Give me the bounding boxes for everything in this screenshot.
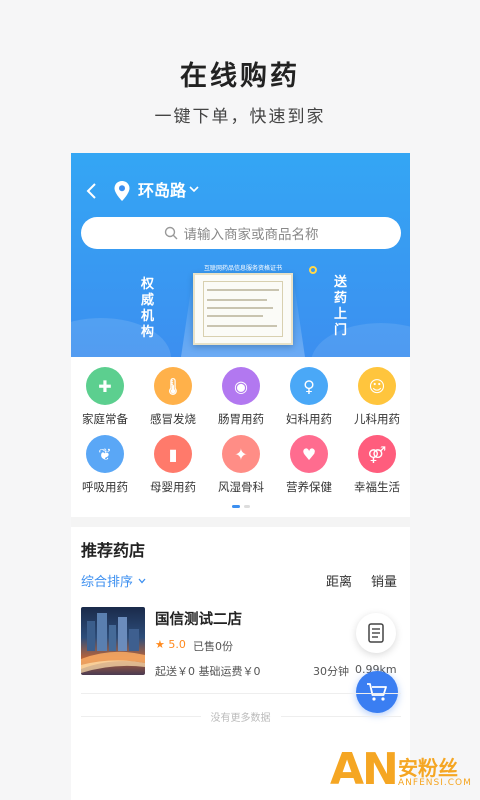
category-item[interactable]: ☺ 儿科用药 [343,367,410,427]
promo-subtitle: 一键下单，快速到家 [154,107,326,127]
lungs-icon: ❦ [86,435,124,473]
banner-right-text: 送药上门 [334,275,348,338]
chevron-left-icon [86,183,96,199]
category-item[interactable]: ✦ 风湿骨科 [207,435,275,495]
chevron-down-icon[interactable] [188,183,200,195]
promo-title: 在线购药 [180,61,300,92]
category-item[interactable]: ◉ 肠胃用药 [207,367,275,427]
section-title: 推荐药店 [81,541,146,560]
sort-distance[interactable]: 距离 [326,571,352,590]
thermometer-icon: 🌡 [154,367,192,405]
category-item[interactable]: ▮ 母婴用药 [139,435,207,495]
app-screen: 环岛路 请输入商家或商品名称 互联网药品信息服务资格证书 权威机构 送药上门 ✚… [71,153,410,800]
search-input[interactable]: 请输入商家或商品名称 [81,217,401,249]
watermark-logo: AN [330,744,399,795]
order-list-button[interactable] [356,613,396,653]
category-item[interactable]: ❦ 呼吸用药 [71,435,139,495]
woman-icon: ♀ [290,367,328,405]
header-banner: 环岛路 请输入商家或商品名称 互联网药品信息服务资格证书 权威机构 送药上门 [71,153,410,357]
sort-sales[interactable]: 销量 [371,571,397,590]
stomach-icon: ◉ [222,367,260,405]
search-icon [164,226,177,240]
store-fee: 起送￥0 基础运费￥0 [155,665,261,678]
store-rating: ★ 5.0 [155,638,186,651]
certificate-caption: 互联网药品信息服务资格证书 [203,265,282,272]
sort-dropdown[interactable]: 综合排序 [81,571,147,590]
store-sold: 已售0份 [193,640,233,653]
store-image[interactable] [81,607,145,675]
category-item[interactable]: ♀ 妇科用药 [275,367,343,427]
page-indicator [244,505,250,508]
certificate-image [193,273,293,345]
cart-button[interactable] [356,671,398,713]
category-item[interactable]: ♥ 营养保健 [275,435,343,495]
watermark-url: ANFENSI.COM [398,778,472,788]
category-item[interactable]: ✚ 家庭常备 [71,367,139,427]
page-indicator-active [232,505,240,508]
search-placeholder: 请输入商家或商品名称 [183,227,319,243]
location-selector[interactable]: 环岛路 [138,180,186,202]
couple-icon: ⚤ [358,435,396,473]
store-name[interactable]: 国信测试二店 [155,608,242,629]
bone-icon: ✦ [222,435,260,473]
watermark-text: 安粉丝 [398,756,458,780]
store-delivery-time: 30分钟 [313,665,349,678]
list-divider [81,693,401,694]
chevron-down-icon [138,578,146,583]
baby-icon: ☺ [358,367,396,405]
location-pin-icon [114,181,130,201]
category-item[interactable]: ⚤ 幸福生活 [343,435,410,495]
category-item[interactable]: 🌡 感冒发烧 [139,367,207,427]
medkit-icon: ✚ [86,367,124,405]
back-button[interactable] [83,179,103,203]
document-icon [368,623,384,643]
banner-left-text: 权威机构 [141,277,155,340]
heart-hand-icon: ♥ [290,435,328,473]
cart-icon [367,683,387,701]
no-more-data: 没有更多数据 [210,713,271,724]
section-divider [71,517,410,527]
star-icon: ★ [155,638,165,651]
bottle-icon: ▮ [154,435,192,473]
